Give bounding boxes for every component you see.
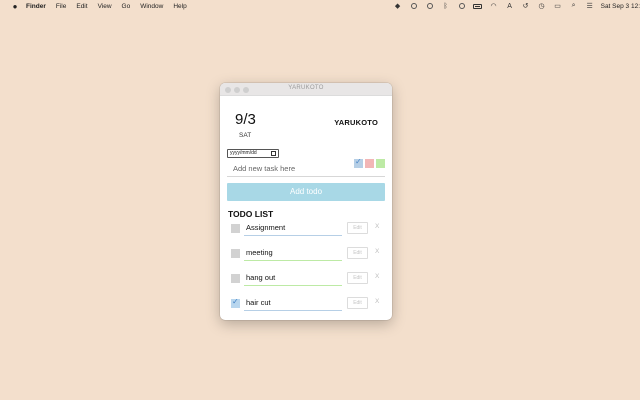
task-input-underline (227, 176, 385, 177)
todo-checkbox[interactable] (231, 249, 240, 258)
history-icon[interactable]: ↺ (521, 2, 531, 10)
info-icon[interactable] (457, 2, 467, 10)
color-swatch-red[interactable] (365, 159, 374, 168)
menu-go[interactable]: Go (122, 3, 131, 10)
battery-icon[interactable] (473, 2, 483, 10)
todo-text[interactable]: hair cut (246, 298, 271, 307)
due-date-input[interactable]: yyyy/mm/dd (227, 149, 279, 158)
delete-button[interactable]: X (375, 248, 379, 255)
calendar-icon[interactable] (271, 151, 276, 156)
todo-checkbox[interactable] (231, 274, 240, 283)
app-brand: YARUKOTO (334, 118, 378, 127)
edit-button[interactable]: Edit (347, 272, 368, 284)
current-date: 9/3 (235, 111, 256, 128)
menu-window[interactable]: Window (140, 3, 163, 10)
todo-text[interactable]: meeting (246, 248, 273, 257)
bluetooth-icon[interactable]: ᛒ (441, 2, 451, 10)
todo-text[interactable]: hang out (246, 273, 275, 282)
todo-row: hang out Edit X (220, 271, 392, 287)
todo-color-underline (244, 285, 342, 286)
current-day: SAT (239, 132, 252, 139)
menu-file[interactable]: File (56, 3, 66, 10)
menu-help[interactable]: Help (173, 3, 186, 10)
app-window: YARUKOTO 9/3 SAT YARUKOTO yyyy/mm/dd Add… (220, 83, 392, 320)
new-task-input[interactable] (233, 162, 343, 174)
window-titlebar[interactable]: YARUKOTO (220, 83, 392, 96)
record-icon[interactable] (409, 2, 419, 10)
edit-button[interactable]: Edit (347, 222, 368, 234)
todo-color-underline (244, 235, 342, 236)
todo-row: hair cut Edit X (220, 296, 392, 312)
dropbox-icon[interactable]: ◆ (393, 2, 403, 10)
menubar-clock[interactable]: Sat Sep 3 12: (601, 3, 640, 10)
todo-checkbox[interactable] (231, 297, 240, 308)
window-title: YARUKOTO (288, 85, 324, 91)
todo-color-underline (244, 310, 342, 311)
date-input-placeholder: yyyy/mm/dd (230, 150, 257, 156)
todo-row: Assignment Edit X (220, 221, 392, 237)
display-icon[interactable]: ▭ (553, 2, 563, 10)
delete-button[interactable]: X (375, 298, 379, 305)
todo-color-underline (244, 260, 342, 261)
delete-button[interactable]: X (375, 273, 379, 280)
edit-button[interactable]: Edit (347, 297, 368, 309)
todo-checkbox[interactable] (231, 224, 240, 233)
control-center-icon[interactable]: ☰ (585, 2, 595, 10)
wifi-icon[interactable]: ◠ (489, 2, 499, 10)
delete-button[interactable]: X (375, 223, 379, 230)
todo-row: meeting Edit X (220, 246, 392, 262)
todo-text[interactable]: Assignment (246, 223, 285, 232)
color-swatch-blue[interactable] (354, 157, 363, 168)
apple-menu-icon[interactable]: ● (11, 2, 19, 11)
status-area: ◆ ᛒ ◠ A ↺ ◷ ▭ ⌕ ☰ Sat Sep 3 12: (393, 0, 640, 12)
todo-list-title: TODO LIST (228, 209, 274, 219)
play-icon[interactable] (425, 2, 435, 10)
add-todo-button[interactable]: Add todo (227, 183, 385, 201)
edit-button[interactable]: Edit (347, 247, 368, 259)
menu-finder[interactable]: Finder (26, 3, 46, 10)
menu-bar: ● Finder File Edit View Go Window Help ◆… (0, 0, 640, 12)
clock-icon[interactable]: ◷ (537, 2, 547, 10)
keyboard-icon[interactable]: A (505, 2, 515, 10)
menu-edit[interactable]: Edit (76, 3, 87, 10)
search-icon[interactable]: ⌕ (569, 2, 579, 10)
color-swatch-green[interactable] (376, 159, 385, 168)
menu-view[interactable]: View (98, 3, 112, 10)
